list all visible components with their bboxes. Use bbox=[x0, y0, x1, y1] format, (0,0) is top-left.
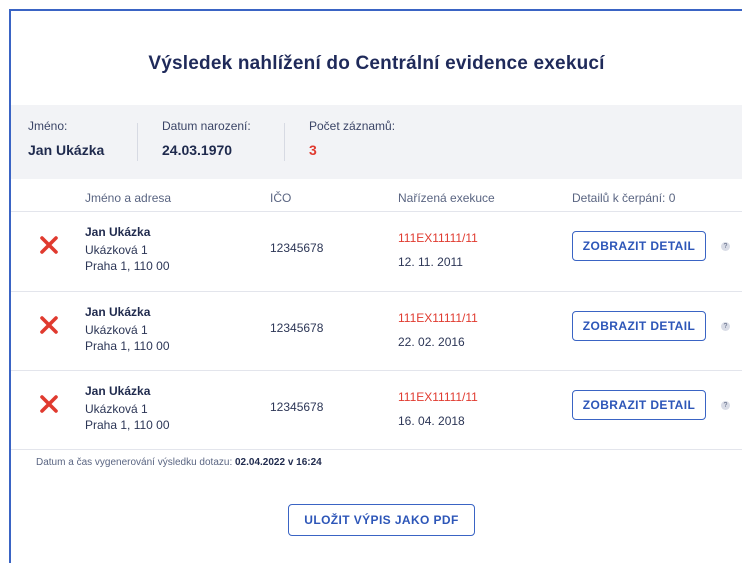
show-detail-button[interactable]: ZOBRAZIT DETAIL bbox=[572, 311, 706, 341]
person-name: Jan Ukázka bbox=[85, 225, 151, 239]
header-details-remaining: Detailů k čerpání: 0 bbox=[572, 191, 676, 205]
summary-birthdate: Datum narození: 24.03.1970 bbox=[162, 119, 251, 158]
address-street: Ukázková 1 bbox=[85, 243, 148, 257]
birthdate-value: 24.03.1970 bbox=[162, 142, 233, 158]
ico-value: 12345678 bbox=[270, 241, 324, 255]
table-row: Jan Ukázka Ukázková 1 Praha 1, 110 00 12… bbox=[11, 211, 742, 291]
name-label: Jméno: bbox=[28, 119, 68, 133]
summary-name: Jméno: Jan Ukázka bbox=[28, 119, 104, 158]
ico-value: 12345678 bbox=[270, 400, 324, 414]
address-city: Praha 1, 110 00 bbox=[85, 339, 170, 353]
header-ico: IČO bbox=[270, 191, 292, 205]
summary-divider bbox=[137, 123, 138, 161]
page-title: Výsledek nahlížení do Centrální evidence… bbox=[148, 53, 605, 74]
show-detail-button[interactable]: ZOBRAZIT DETAIL bbox=[572, 231, 706, 261]
execution-date: 12. 11. 2011 bbox=[398, 255, 463, 269]
header-name-address: Jméno a adresa bbox=[85, 191, 172, 205]
execution-case-number: 111EX11111/11 bbox=[398, 390, 478, 404]
result-panel: Výsledek nahlížení do Centrální evidence… bbox=[9, 9, 742, 563]
row-divider bbox=[11, 449, 742, 450]
summary-bar: Jméno: Jan Ukázka Datum narození: 24.03.… bbox=[11, 105, 742, 179]
help-icon[interactable]: ? bbox=[721, 401, 730, 410]
table-row: Jan Ukázka Ukázková 1 Praha 1, 110 00 12… bbox=[11, 291, 742, 371]
execution-case-number: 111EX11111/11 bbox=[398, 231, 478, 245]
close-x-icon bbox=[40, 395, 58, 413]
person-name: Jan Ukázka bbox=[85, 384, 151, 398]
address-street: Ukázková 1 bbox=[85, 402, 148, 416]
save-pdf-button[interactable]: ULOŽIT VÝPIS JAKO PDF bbox=[288, 504, 475, 536]
execution-date: 16. 04. 2018 bbox=[398, 414, 465, 428]
close-x-icon bbox=[40, 236, 58, 254]
table-row: Jan Ukázka Ukázková 1 Praha 1, 110 00 12… bbox=[11, 370, 742, 450]
count-value: 3 bbox=[309, 142, 317, 158]
birthdate-label: Datum narození: bbox=[162, 119, 251, 133]
help-icon[interactable]: ? bbox=[721, 322, 730, 331]
header-execution: Nařízená exekuce bbox=[398, 191, 495, 205]
person-name: Jan Ukázka bbox=[85, 305, 151, 319]
address-city: Praha 1, 110 00 bbox=[85, 418, 170, 432]
count-label: Počet záznamů: bbox=[309, 119, 396, 133]
generated-timestamp: Datum a čas vygenerování výsledku dotazu… bbox=[36, 457, 322, 468]
ico-value: 12345678 bbox=[270, 321, 324, 335]
name-value: Jan Ukázka bbox=[28, 142, 105, 158]
summary-divider bbox=[284, 123, 285, 161]
summary-count: Počet záznamů: 3 bbox=[309, 119, 395, 158]
address-city: Praha 1, 110 00 bbox=[85, 259, 170, 273]
execution-case-number: 111EX11111/11 bbox=[398, 311, 478, 325]
help-icon[interactable]: ? bbox=[721, 242, 730, 251]
show-detail-button[interactable]: ZOBRAZIT DETAIL bbox=[572, 390, 706, 420]
generated-value: 02.04.2022 v 16:24 bbox=[235, 457, 322, 468]
generated-label: Datum a čas vygenerování výsledku dotazu… bbox=[36, 457, 233, 468]
close-x-icon bbox=[40, 316, 58, 334]
execution-date: 22. 02. 2016 bbox=[398, 335, 465, 349]
address-street: Ukázková 1 bbox=[85, 323, 148, 337]
